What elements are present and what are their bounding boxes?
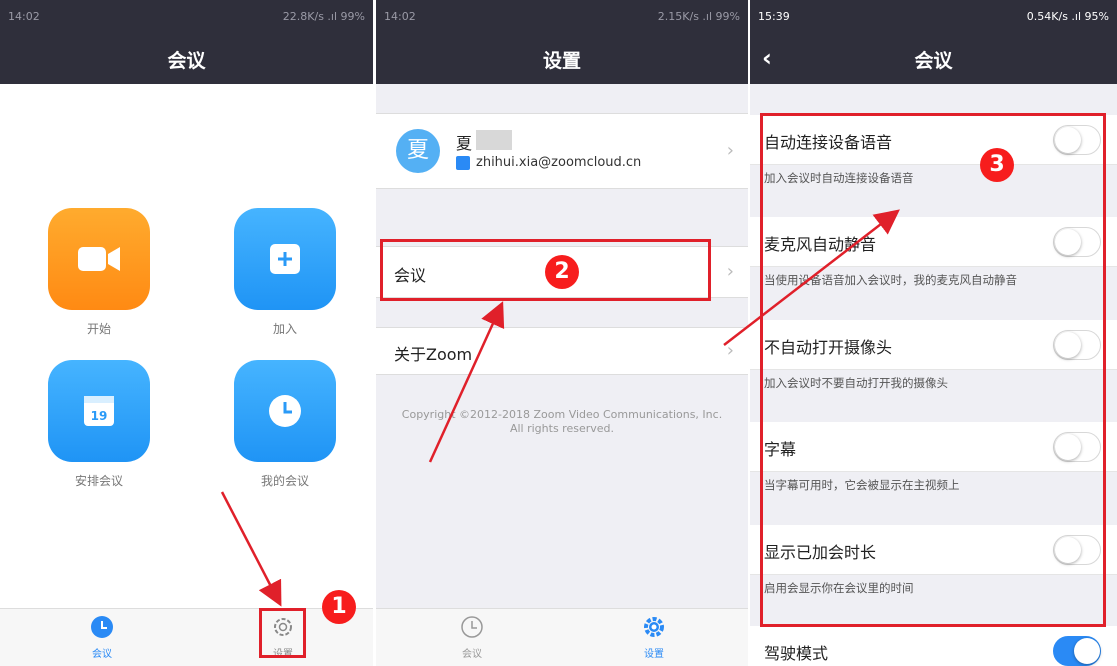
tab-settings-label: 设置 [273, 649, 293, 660]
captions-toggle[interactable] [1053, 432, 1101, 462]
calendar-icon: 19 [84, 396, 114, 426]
step-badge-1: 1 [322, 590, 356, 624]
setting-mute-microphone: 麦克风自动静音 [750, 217, 1117, 267]
setting-title: 字幕 [764, 440, 797, 459]
my-meetings-button[interactable] [234, 360, 336, 462]
join-meeting-button[interactable] [234, 208, 336, 310]
gear-icon [644, 617, 664, 637]
my-meetings-label: 我的会议 [260, 474, 309, 488]
schedule-label: 安排会议 [74, 474, 123, 488]
show-duration-toggle[interactable] [1053, 535, 1101, 565]
page-title: 设置 [542, 50, 581, 72]
tab-settings-label: 设置 [644, 649, 664, 660]
page-title: 会议 [914, 50, 953, 72]
join-label: 加入 [272, 322, 297, 336]
setting-show-duration: 显示已加会时长 [750, 525, 1117, 575]
status-time: 14:02 [8, 10, 40, 23]
setting-description: 加入会议时不要自动打开我的摄像头 [764, 376, 948, 390]
email-icon [456, 156, 470, 170]
setting-auto-connect-audio: 自动连接设备语音 [750, 115, 1117, 165]
copyright-line-2: All rights reserved. [509, 422, 615, 435]
settings-item-label: 会议 [394, 266, 427, 285]
setting-title: 自动连接设备语音 [764, 133, 893, 152]
setting-description: 加入会议时自动连接设备语音 [764, 171, 914, 185]
copyright: Copyright ©2012-2018 Zoom Video Communic… [376, 408, 748, 436]
step-badge-2: 2 [545, 255, 579, 289]
tab-meetings-label: 会议 [462, 649, 482, 660]
chevron-right-icon: › [726, 261, 734, 282]
tab-meetings-label: 会议 [92, 649, 112, 660]
status-indicators: 2.15K/s .ıl 99% [657, 10, 740, 23]
meetings-screen: 14:02 22.8K/s .ıl 99% 会议 开始 加入 19 安排会议 我… [0, 0, 373, 666]
avatar: 夏 [396, 129, 440, 173]
setting-title: 麦克风自动静音 [764, 235, 877, 254]
tab-settings[interactable]: 设置 [253, 615, 313, 660]
svg-text:19: 19 [91, 409, 108, 423]
start-meeting-button[interactable] [48, 208, 150, 310]
profile-row[interactable]: 夏 夏 zhihui.xia@zoomcloud.cn › [376, 113, 748, 189]
status-bar: 14:02 2.15K/s .ıl 99% [376, 0, 748, 34]
copyright-line-1: Copyright ©2012-2018 Zoom Video Communic… [401, 408, 723, 421]
meeting-settings-screen: 15:39 0.54K/s .ıl 95% ‹ 会议 自动连接设备语音 加入会议… [750, 0, 1117, 666]
step-badge-3: 3 [980, 148, 1014, 182]
mute-microphone-toggle[interactable] [1053, 227, 1101, 257]
status-bar: 14:02 22.8K/s .ıl 99% [0, 0, 373, 34]
tab-meetings[interactable]: 会议 [72, 615, 132, 660]
schedule-meeting-button[interactable]: 19 [48, 360, 150, 462]
setting-captions: 字幕 [750, 422, 1117, 472]
setting-description: 当字幕可用时，它会被显示在主视频上 [764, 478, 960, 492]
settings-item-label: 关于Zoom [394, 345, 473, 364]
tab-meetings[interactable]: 会议 [442, 615, 502, 660]
video-camera-icon [78, 247, 120, 271]
tab-bar: 会议 设置 [0, 608, 373, 666]
clock-icon [91, 616, 113, 638]
setting-title: 显示已加会时长 [764, 543, 877, 562]
status-time: 14:02 [384, 10, 416, 23]
plus-icon [270, 244, 300, 274]
clock-icon [269, 395, 301, 427]
nav-bar: ‹ 会议 [750, 34, 1117, 84]
setting-description: 当使用设备语音加入会议时，我的麦克风自动静音 [764, 273, 1017, 287]
nav-bar: 会议 [0, 34, 373, 84]
setting-camera-off: 不自动打开摄像头 [750, 320, 1117, 370]
page-title: 会议 [167, 50, 206, 72]
clock-icon [461, 616, 483, 638]
profile-email: zhihui.xia@zoomcloud.cn [476, 155, 642, 170]
name-redaction [476, 130, 512, 150]
tab-bar: 会议 设置 [376, 608, 748, 666]
chevron-right-icon: › [726, 340, 734, 361]
settings-item-about[interactable]: 关于Zoom › [376, 327, 748, 375]
status-indicators: 22.8K/s .ıl 99% [282, 10, 365, 23]
driving-mode-toggle[interactable] [1053, 636, 1101, 666]
setting-description: 启用会显示你在会议里的时间 [764, 581, 914, 595]
setting-title: 驾驶模式 [764, 644, 829, 663]
setting-driving-mode: 驾驶模式 [750, 626, 1117, 666]
profile-name: 夏 [456, 134, 473, 153]
camera-off-toggle[interactable] [1053, 330, 1101, 360]
tab-settings[interactable]: 设置 [624, 615, 684, 660]
setting-title: 不自动打开摄像头 [764, 338, 893, 357]
start-label: 开始 [86, 322, 111, 336]
auto-connect-audio-toggle[interactable] [1053, 125, 1101, 155]
status-time: 15:39 [758, 10, 790, 23]
gear-icon [274, 618, 292, 636]
chevron-right-icon: › [726, 140, 734, 161]
status-bar: 15:39 0.54K/s .ıl 95% [750, 0, 1117, 34]
status-indicators: 0.54K/s .ıl 95% [1026, 10, 1109, 23]
nav-bar: 设置 [376, 34, 748, 84]
settings-screen: 14:02 2.15K/s .ıl 99% 设置 夏 夏 zhihui.xia@… [376, 0, 748, 666]
